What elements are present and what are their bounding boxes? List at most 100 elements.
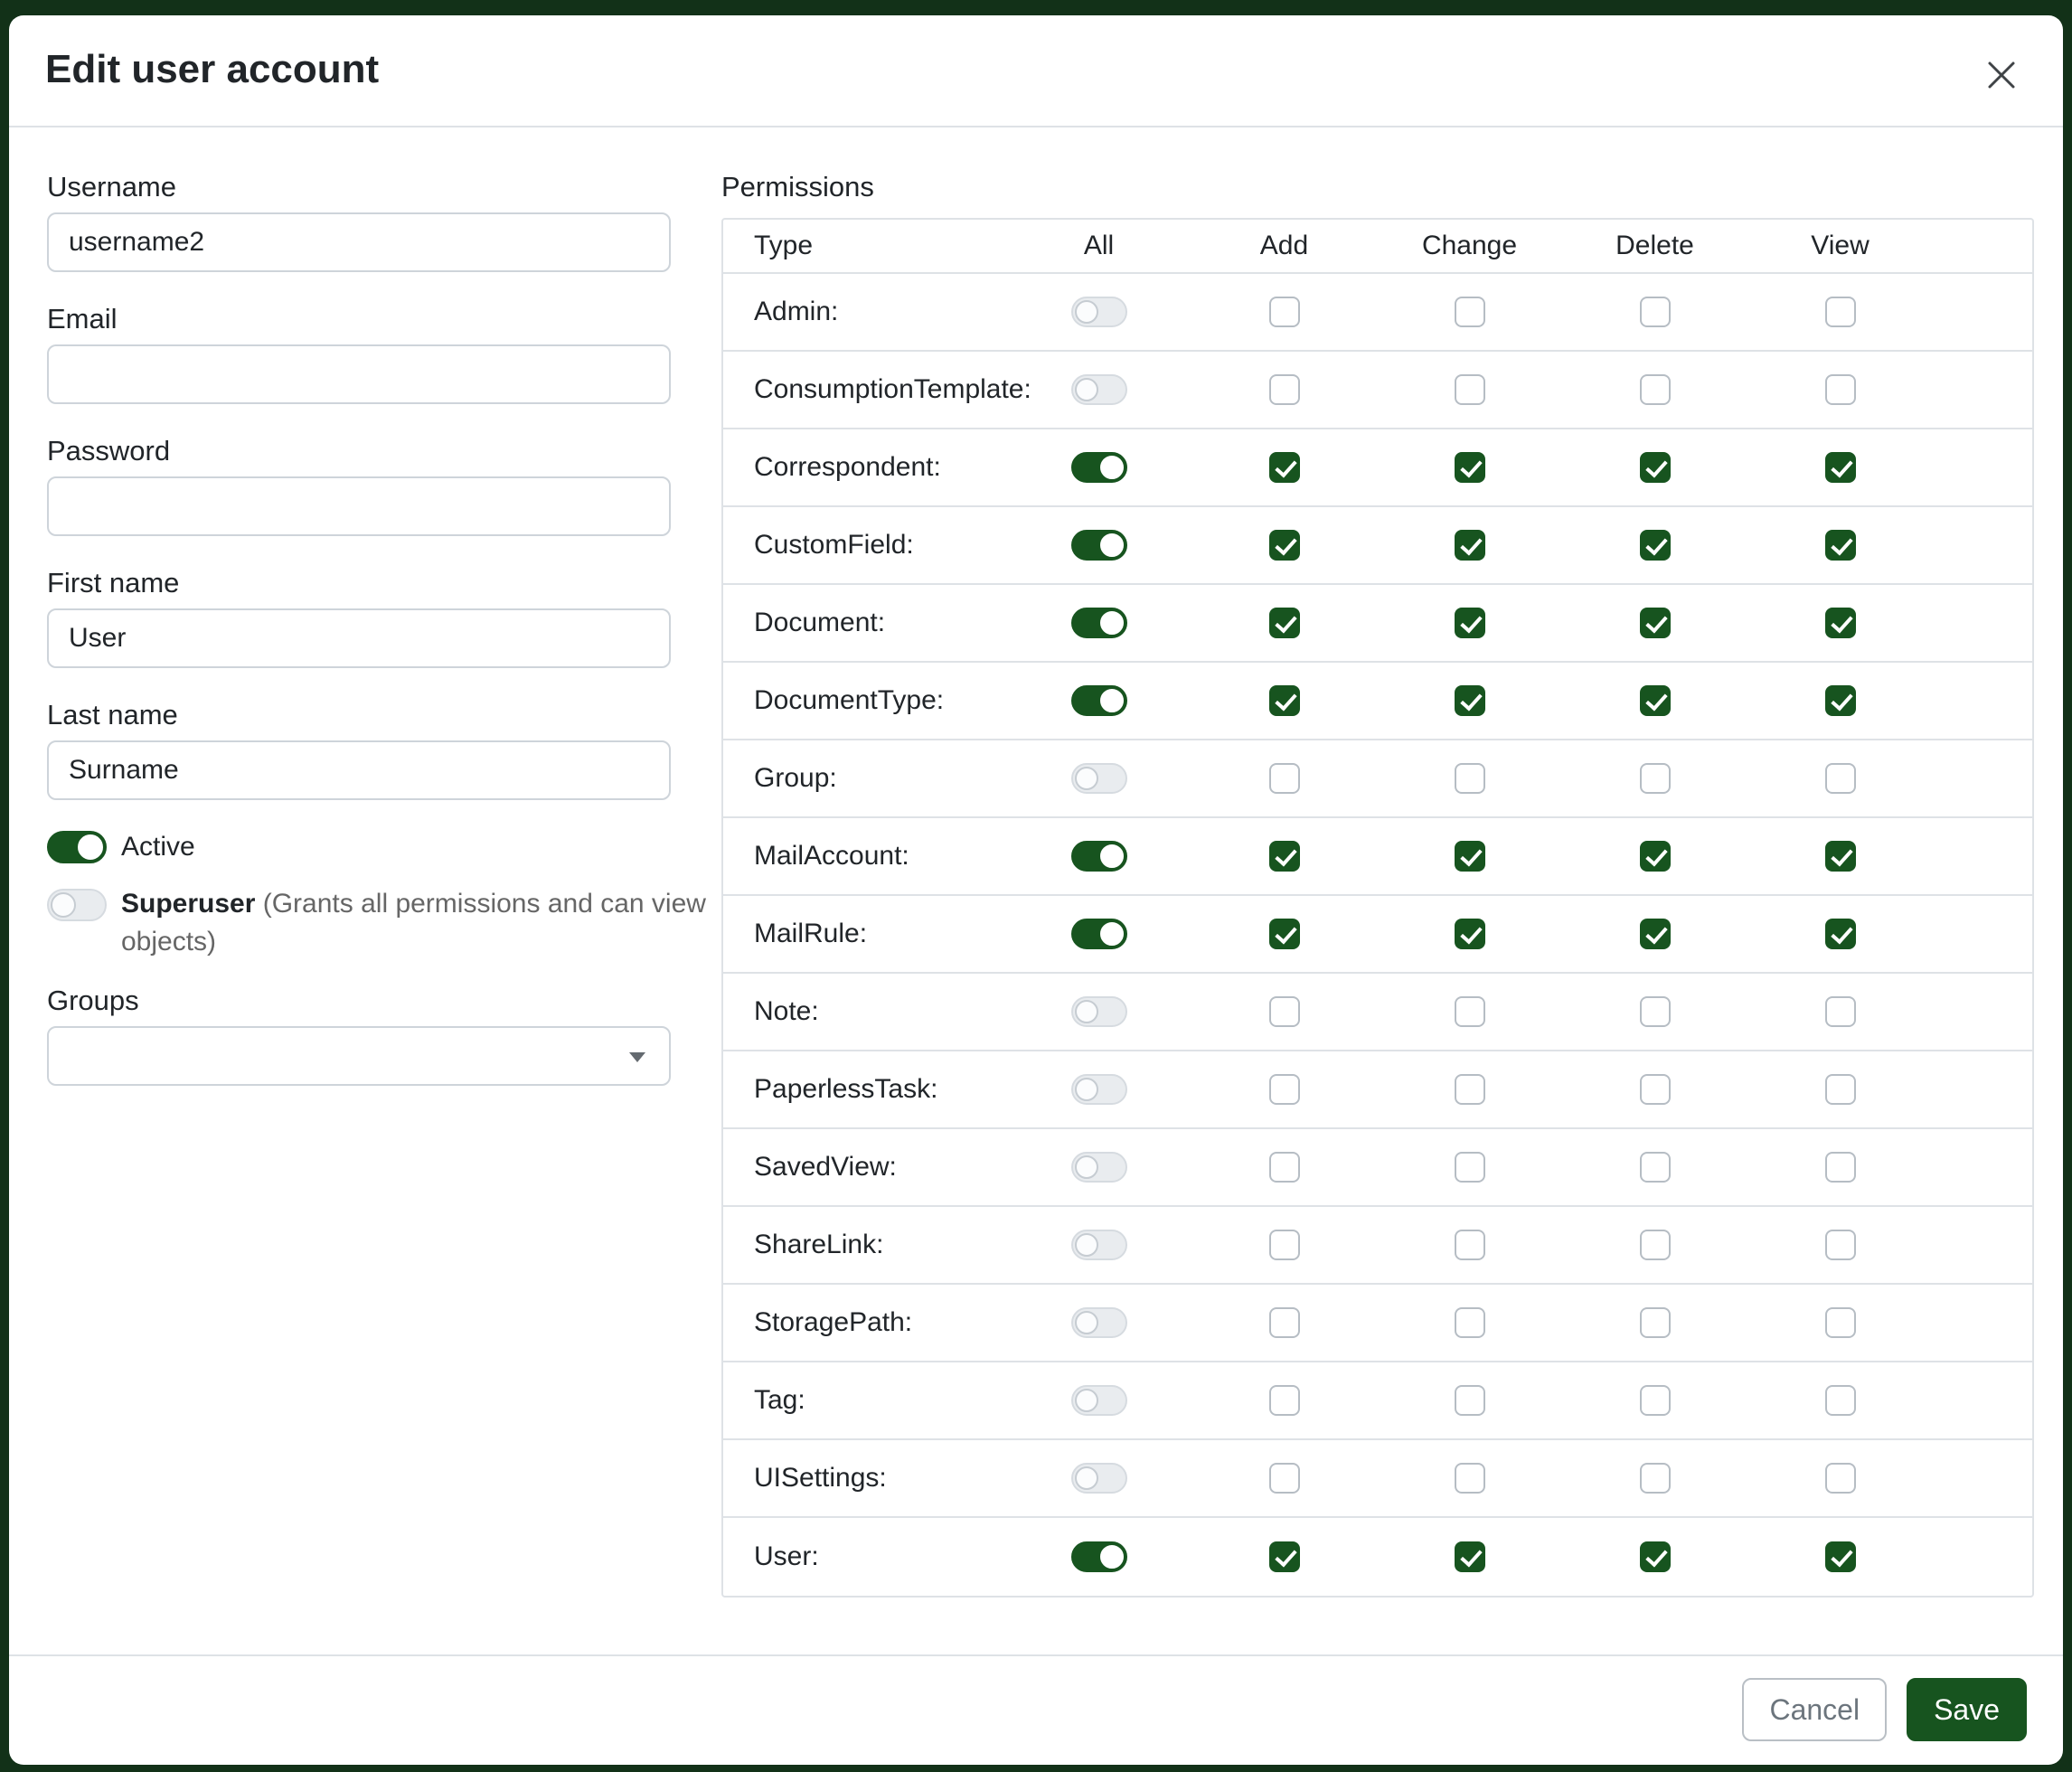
permission-change-checkbox[interactable]	[1455, 685, 1485, 716]
permission-all-toggle[interactable]	[1071, 530, 1127, 561]
permission-add-checkbox[interactable]	[1269, 1307, 1300, 1338]
permission-change-checkbox[interactable]	[1455, 452, 1485, 483]
permission-add-checkbox[interactable]	[1269, 1541, 1300, 1572]
permission-delete-checkbox[interactable]	[1640, 685, 1671, 716]
permission-add-checkbox[interactable]	[1269, 919, 1300, 949]
password-field[interactable]	[47, 476, 671, 536]
email-field[interactable]	[47, 344, 671, 404]
last-name-input[interactable]	[47, 740, 671, 800]
permission-view-checkbox[interactable]	[1825, 841, 1856, 872]
permission-add-checkbox[interactable]	[1269, 763, 1300, 794]
permission-view-checkbox[interactable]	[1825, 608, 1856, 638]
superuser-toggle[interactable]	[47, 889, 107, 921]
permission-delete-checkbox[interactable]	[1640, 1385, 1671, 1416]
permission-change-checkbox[interactable]	[1455, 919, 1485, 949]
permission-view-checkbox[interactable]	[1825, 919, 1856, 949]
permission-add-checkbox[interactable]	[1269, 374, 1300, 405]
permission-delete-checkbox[interactable]	[1640, 374, 1671, 405]
permission-view-checkbox[interactable]	[1825, 1463, 1856, 1494]
permission-add-checkbox[interactable]	[1269, 1463, 1300, 1494]
permission-change-checkbox[interactable]	[1455, 1230, 1485, 1260]
permission-all-toggle[interactable]	[1071, 1307, 1127, 1338]
permission-all-toggle[interactable]	[1071, 1230, 1127, 1260]
permission-add-checkbox[interactable]	[1269, 608, 1300, 638]
permission-change-checkbox[interactable]	[1455, 763, 1485, 794]
permission-view-checkbox[interactable]	[1825, 685, 1856, 716]
permission-delete-checkbox[interactable]	[1640, 1463, 1671, 1494]
save-button[interactable]: Save	[1907, 1678, 2027, 1741]
permission-all-toggle[interactable]	[1071, 297, 1127, 327]
permission-delete-checkbox[interactable]	[1640, 1541, 1671, 1572]
permission-view-checkbox[interactable]	[1825, 1230, 1856, 1260]
permission-change-checkbox[interactable]	[1455, 608, 1485, 638]
active-toggle[interactable]	[47, 831, 107, 863]
permission-change-checkbox[interactable]	[1455, 1307, 1485, 1338]
permission-view-checkbox[interactable]	[1825, 452, 1856, 483]
permission-all-toggle[interactable]	[1071, 919, 1127, 949]
permission-delete-checkbox[interactable]	[1640, 841, 1671, 872]
permission-view-checkbox[interactable]	[1825, 1152, 1856, 1183]
permission-delete-checkbox[interactable]	[1640, 919, 1671, 949]
permission-change-checkbox[interactable]	[1455, 1074, 1485, 1105]
permission-add-checkbox[interactable]	[1269, 1385, 1300, 1416]
username-input[interactable]	[47, 212, 671, 272]
permission-change-checkbox[interactable]	[1455, 996, 1485, 1027]
permission-change-checkbox[interactable]	[1455, 530, 1485, 561]
permission-change-checkbox[interactable]	[1455, 1152, 1485, 1183]
permission-delete-checkbox[interactable]	[1640, 530, 1671, 561]
permission-add-checkbox[interactable]	[1269, 530, 1300, 561]
permission-all-toggle[interactable]	[1071, 841, 1127, 872]
permission-all-toggle[interactable]	[1071, 1463, 1127, 1494]
permission-all-toggle[interactable]	[1071, 452, 1127, 483]
permission-view-checkbox[interactable]	[1825, 297, 1856, 327]
permission-delete-checkbox[interactable]	[1640, 608, 1671, 638]
permission-all-toggle[interactable]	[1071, 1074, 1127, 1105]
permission-view-checkbox[interactable]	[1825, 1541, 1856, 1572]
permission-delete-checkbox[interactable]	[1640, 1230, 1671, 1260]
permission-view-checkbox[interactable]	[1825, 996, 1856, 1027]
permission-view-checkbox[interactable]	[1825, 1385, 1856, 1416]
permission-add-checkbox[interactable]	[1269, 685, 1300, 716]
permission-change-checkbox[interactable]	[1455, 297, 1485, 327]
permission-all-toggle[interactable]	[1071, 685, 1127, 716]
permission-change-checkbox[interactable]	[1455, 841, 1485, 872]
permission-add-checkbox[interactable]	[1269, 1152, 1300, 1183]
permission-change-checkbox[interactable]	[1455, 1385, 1485, 1416]
permission-delete-checkbox[interactable]	[1640, 763, 1671, 794]
permission-add-checkbox[interactable]	[1269, 1074, 1300, 1105]
permission-view-checkbox[interactable]	[1825, 1074, 1856, 1105]
permission-change-checkbox[interactable]	[1455, 1541, 1485, 1572]
permissions-label: Permissions	[721, 171, 2034, 203]
modal-footer: Cancel Save	[9, 1654, 2063, 1765]
permission-change-checkbox[interactable]	[1455, 1463, 1485, 1494]
permission-view-checkbox[interactable]	[1825, 374, 1856, 405]
permission-add-checkbox[interactable]	[1269, 452, 1300, 483]
permission-view-checkbox[interactable]	[1825, 1307, 1856, 1338]
permission-change-checkbox[interactable]	[1455, 374, 1485, 405]
permission-add-checkbox[interactable]	[1269, 841, 1300, 872]
permission-all-toggle[interactable]	[1071, 1385, 1127, 1416]
permission-add-checkbox[interactable]	[1269, 996, 1300, 1027]
permission-delete-checkbox[interactable]	[1640, 297, 1671, 327]
permission-all-toggle[interactable]	[1071, 1541, 1127, 1572]
permission-delete-checkbox[interactable]	[1640, 1074, 1671, 1105]
permission-all-toggle[interactable]	[1071, 763, 1127, 794]
permission-view-checkbox[interactable]	[1825, 530, 1856, 561]
permission-add-checkbox[interactable]	[1269, 297, 1300, 327]
permission-all-toggle[interactable]	[1071, 1152, 1127, 1183]
permission-delete-checkbox[interactable]	[1640, 996, 1671, 1027]
permission-add-checkbox[interactable]	[1269, 1230, 1300, 1260]
groups-select[interactable]	[47, 1026, 671, 1086]
permission-view-checkbox[interactable]	[1825, 763, 1856, 794]
permission-type-label: Admin:	[723, 297, 1006, 327]
permission-all-toggle[interactable]	[1071, 374, 1127, 405]
first-name-input[interactable]	[47, 608, 671, 668]
col-header-delete: Delete	[1562, 231, 1747, 261]
permission-all-toggle[interactable]	[1071, 996, 1127, 1027]
permission-all-toggle[interactable]	[1071, 608, 1127, 638]
permission-delete-checkbox[interactable]	[1640, 1307, 1671, 1338]
close-button[interactable]	[1976, 50, 2027, 100]
cancel-button[interactable]: Cancel	[1742, 1678, 1887, 1741]
permission-delete-checkbox[interactable]	[1640, 452, 1671, 483]
permission-delete-checkbox[interactable]	[1640, 1152, 1671, 1183]
